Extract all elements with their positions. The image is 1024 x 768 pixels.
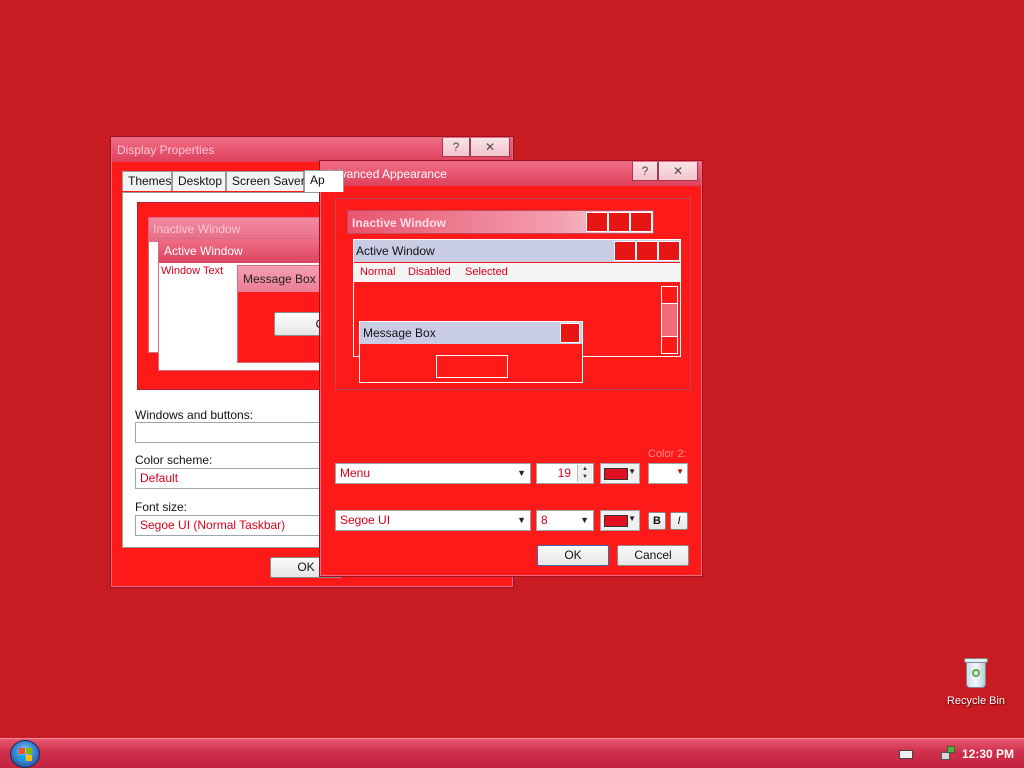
close-icon (560, 323, 580, 343)
advanced-cancel-button[interactable]: Cancel (617, 545, 689, 566)
help-icon: ? (452, 140, 460, 154)
menu-item-selected: Selected (465, 266, 508, 278)
color-scheme-label: Color scheme: (135, 453, 213, 467)
preview-window-text: Window Text (161, 265, 224, 277)
close-button[interactable]: ✕ (470, 138, 510, 157)
chevron-down-icon: ▼ (676, 467, 684, 476)
minimize-icon (586, 212, 608, 232)
advanced-appearance-titlebar[interactable]: Advanced Appearance ? ✕ (321, 162, 701, 186)
chevron-down-icon: ▼ (628, 467, 636, 476)
font-color-button[interactable]: ▼ (600, 510, 640, 531)
font-size-label: Font size: (135, 500, 188, 514)
keyboard-icon[interactable] (899, 750, 913, 759)
advanced-appearance-window: Advanced Appearance ? ✕ Inactive Window … (320, 161, 702, 576)
window-title: Display Properties (117, 143, 215, 157)
adv-inactive-title: Inactive Window (352, 216, 446, 230)
spin-arrows-icon: ▲ ▼ (577, 465, 592, 482)
font-select[interactable]: Segoe UI ▼ (335, 510, 531, 531)
tab-themes[interactable]: Themes (122, 171, 172, 191)
color1-button[interactable]: ▼ (600, 463, 640, 484)
help-icon: ? (641, 164, 649, 178)
close-icon (658, 241, 680, 261)
font-color-swatch (604, 515, 628, 527)
adv-message-box-button (436, 355, 508, 378)
maximize-icon (608, 212, 630, 232)
color2-label: Color 2: (648, 448, 687, 460)
adv-inactive-window: Inactive Window (347, 210, 654, 234)
chevron-down-icon: ▼ (517, 515, 526, 525)
windows-and-buttons-label: Windows and buttons: (135, 408, 254, 422)
item-select[interactable]: Menu ▼ (335, 463, 531, 484)
recycle-bin-icon (964, 658, 988, 688)
font-size-select[interactable]: 8 ▼ (536, 510, 594, 531)
minimize-icon (614, 241, 636, 261)
close-icon (630, 212, 652, 232)
chevron-down-icon: ▼ (517, 468, 526, 478)
clock[interactable]: 12:30 PM (962, 747, 1014, 761)
tab-appearance[interactable]: Ap (304, 170, 344, 192)
close-icon: ✕ (672, 164, 684, 178)
adv-menu-bar: Normal Disabled Selected (354, 263, 680, 282)
windows-orb-icon (19, 748, 33, 761)
windows-and-buttons-select[interactable] (135, 422, 330, 443)
menu-item-normal: Normal (360, 266, 396, 278)
color2-button[interactable]: ▼ (648, 463, 688, 484)
recycle-bin-shortcut[interactable]: Recycle Bin (940, 655, 1012, 711)
help-button[interactable]: ? (442, 138, 470, 157)
adv-scrollbar (661, 286, 678, 354)
color1-swatch (604, 468, 628, 480)
tab-desktop[interactable]: Desktop (172, 171, 226, 191)
help-button[interactable]: ? (632, 162, 658, 181)
font-size-select[interactable]: Segoe UI (Normal Taskbar) (135, 515, 330, 536)
start-button[interactable] (10, 740, 40, 768)
adv-message-box-title: Message Box (363, 326, 436, 340)
taskbar: 12:30 PM (0, 738, 1024, 768)
tab-screen-saver[interactable]: Screen Saver (226, 171, 305, 191)
network-icon[interactable] (941, 746, 955, 762)
preview-active-title: Active Window (159, 239, 347, 263)
recycle-bin-label: Recycle Bin (946, 695, 1006, 707)
italic-button[interactable]: I (670, 512, 688, 530)
menu-item-disabled: Disabled (408, 266, 451, 278)
close-button[interactable]: ✕ (658, 162, 698, 181)
advanced-preview[interactable]: Inactive Window Active Window Normal Dis… (335, 198, 691, 390)
adv-active-title: Active Window (356, 244, 435, 258)
chevron-down-icon: ▼ (580, 515, 589, 525)
bold-button[interactable]: B (648, 512, 666, 530)
advanced-ok-button[interactable]: OK (537, 545, 609, 566)
chevron-down-icon: ▼ (628, 514, 636, 523)
item-size-spinner[interactable]: 19 ▲ ▼ (536, 463, 594, 484)
adv-message-box: Message Box (359, 321, 583, 383)
display-properties-titlebar[interactable]: Display Properties ? ✕ (112, 138, 512, 162)
window-title: Advanced Appearance (326, 167, 447, 181)
close-icon: ✕ (484, 140, 496, 154)
color-scheme-select[interactable]: Default (135, 468, 330, 489)
maximize-icon (636, 241, 658, 261)
